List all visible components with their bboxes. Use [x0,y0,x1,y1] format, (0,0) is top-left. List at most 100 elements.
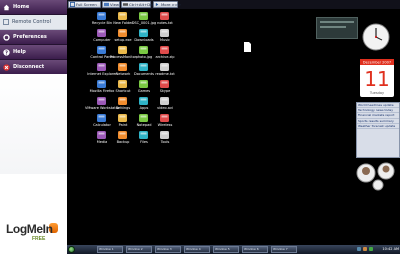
folder-icon [118,12,127,20]
calendar-month: December 2007 [363,61,391,65]
document-icon [244,42,251,52]
notification-popup[interactable] [316,17,358,39]
desktop-file-icon[interactable] [233,42,263,60]
nav-disconnect-label: Disconnect [13,64,45,70]
nav-home-label: Home [13,4,30,10]
nav-home[interactable]: Home [0,0,67,15]
notification-line [320,26,346,28]
tray-volume-icon[interactable] [363,247,367,251]
desktop-shortcut-label: archive.zip [155,55,175,59]
remote-desktop[interactable]: Full Screen View Ctrl+Alt+Del More >>> R… [67,0,400,254]
music-icon [160,29,169,37]
more-label: More >>> [161,2,182,7]
svg-text:?: ? [5,50,8,55]
notification-line [320,21,354,23]
browser-icon [97,63,106,71]
start-button[interactable] [68,246,75,253]
taskbar: Window 1 Window 2 Window 3 Window 4 Window 5… [67,245,400,254]
clock-gadget[interactable] [362,23,390,51]
fullscreen-icon [70,2,75,7]
calendar-gadget[interactable]: December 2007 11 Tuesday [360,59,394,97]
ctrl-alt-del-button[interactable]: Ctrl+Alt+Del [121,1,154,8]
view-label: View [110,2,120,7]
taskbar-button[interactable]: Window 1 [97,246,123,253]
tray-app-icon[interactable] [369,247,373,251]
game-icon [139,80,148,88]
tools-icon [160,131,169,139]
system-tray: 10:42 AM [357,246,399,253]
nav-remote-control-label: Remote Control [12,19,51,25]
desktop-shortcut[interactable]: notes.txt [150,11,180,29]
desktop-shortcut[interactable]: Tools [150,130,180,148]
calculator-icon [97,114,106,122]
desktop-shortcut[interactable]: Wireless [150,113,180,131]
keyboard-icon [123,3,128,6]
installer-icon [118,29,127,37]
video-icon [160,97,169,105]
folder-icon [139,29,148,37]
tray-clock[interactable]: 10:42 AM [382,246,399,253]
app-icon [160,80,169,88]
fullscreen-button[interactable]: Full Screen [68,1,101,8]
tray-network-icon[interactable] [357,247,361,251]
calendar-weekday: Tuesday [369,91,384,95]
logo-text: LogMeIn [6,222,53,236]
desktop-shortcut-label: notes.txt [157,21,173,25]
headlines-gadget[interactable]: World headlines update Technology news t… [356,102,400,158]
notepad-icon [139,114,148,122]
app-icon [97,97,106,105]
view-icon [104,2,109,7]
sidebar-panel [0,74,67,174]
desktop-shortcut[interactable]: Music [150,28,180,46]
nav-help-label: Help [13,49,26,55]
windows-sidebar: December 2007 11 Tuesday World headlines… [356,9,400,245]
desktop-shortcut-label: Music [160,38,170,42]
view-button[interactable]: View [102,1,120,8]
nav-help[interactable]: ? Help [0,45,67,60]
desktop-shortcut-label: Wireless [157,123,173,127]
home-icon [3,4,10,10]
control-panel-icon [97,46,106,54]
taskbar-button[interactable]: Window 6 [242,246,268,253]
fullscreen-label: Full Screen [76,2,97,7]
image-file-icon [139,12,148,20]
desktop-shortcut-label: Tools [160,140,170,144]
nav-preferences[interactable]: Preferences [0,30,67,45]
archive-icon [160,46,169,54]
nav-preferences-label: Preferences [13,34,47,40]
shortcut-icon [118,80,127,88]
logmein-sidebar: Home Remote Control Preferences ? Help D… [0,0,67,254]
text-file-icon [160,12,169,20]
paint-icon [118,114,127,122]
taskbar-button[interactable]: Window 7 [271,246,297,253]
more-icon [155,2,159,7]
help-icon: ? [3,48,10,56]
folder-icon [139,131,148,139]
taskbar-button[interactable]: Window 5 [213,246,239,253]
nav-remote-control[interactable]: Remote Control [0,15,67,30]
desktop-shortcut[interactable]: archive.zip [150,45,180,63]
network-icon [118,63,127,71]
computer-icon [97,29,106,37]
browser-icon [97,80,106,88]
more-button[interactable]: More >>> [153,1,182,8]
remote-control-icon [3,19,9,25]
app-icon [139,97,148,105]
slideshow-gadget[interactable] [356,161,400,191]
desktop-shortcut[interactable]: readme.txt [150,62,180,80]
network-icon [160,114,169,122]
desktop-shortcut[interactable]: Skype [150,79,180,97]
nav-disconnect[interactable]: Disconnect [0,60,67,75]
desktop-shortcut-label: Skype [159,89,171,93]
taskbar-button[interactable]: Window 4 [184,246,210,253]
desktop-shortcut[interactable]: video.avi [150,96,180,114]
headline-item[interactable]: Weather forecast update [357,124,399,130]
logmein-logo: LogMeIn FREE [6,222,62,252]
recycle-bin-icon [97,12,106,20]
desktop-shortcut-label: readme.txt [155,72,175,76]
music-icon [97,131,106,139]
calendar-day: 11 [364,67,389,91]
taskbar-button[interactable]: Window 3 [155,246,181,253]
taskbar-button[interactable]: Window 2 [126,246,152,253]
desktop-shortcut-label: video.avi [157,106,173,110]
